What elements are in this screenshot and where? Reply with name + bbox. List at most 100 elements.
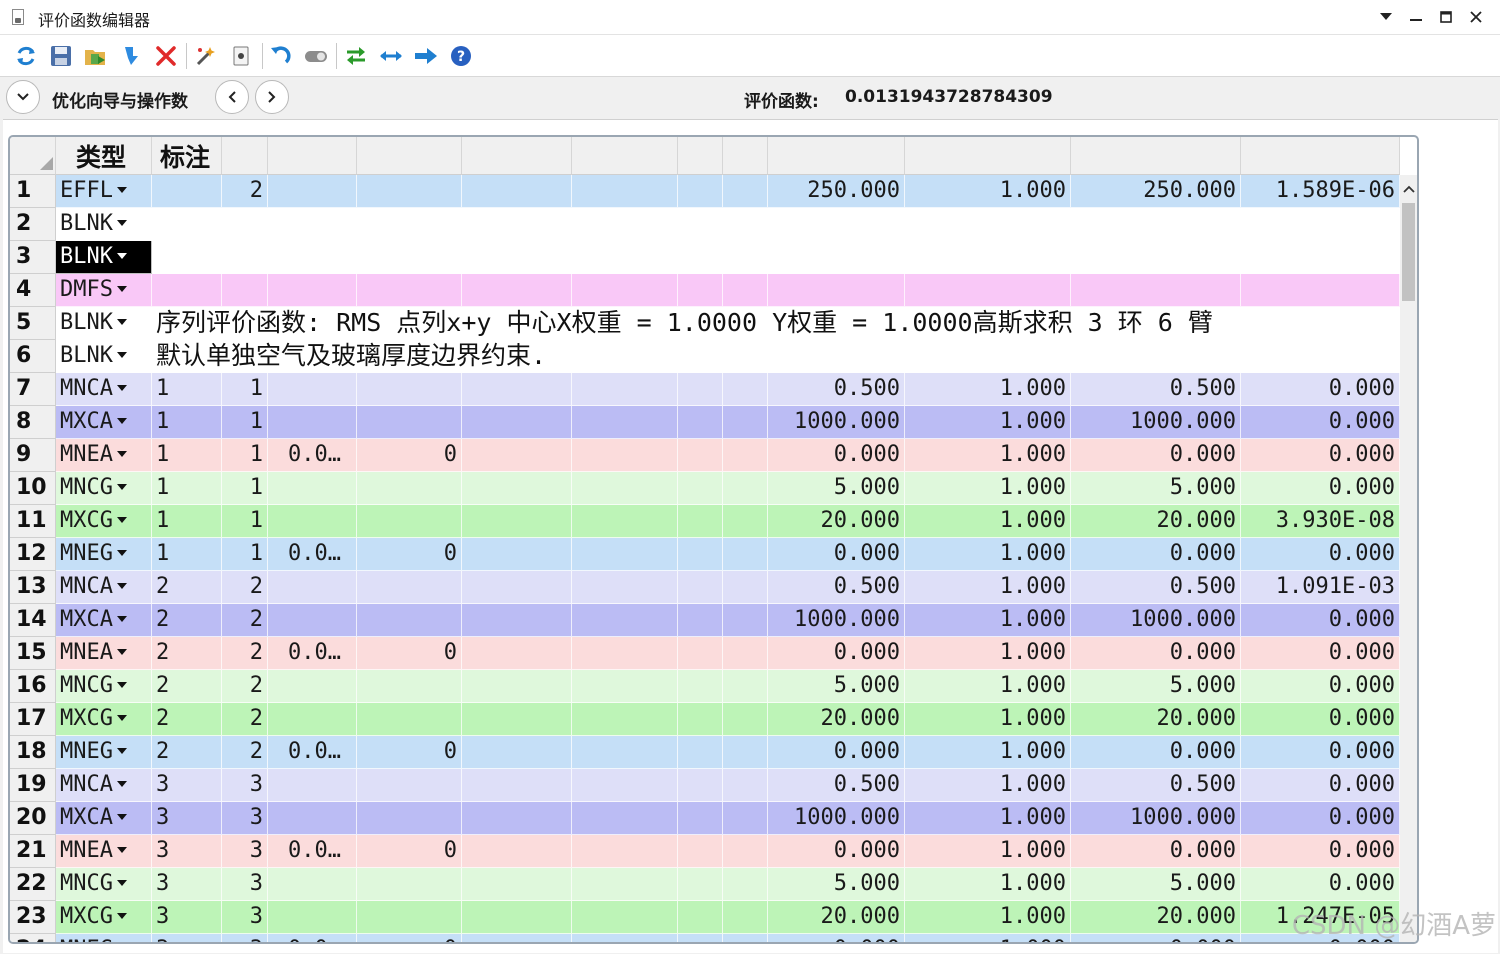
- row-comment[interactable]: 默认单独空气及玻璃厚度边界约束.: [156, 340, 546, 373]
- grid-cell[interactable]: 0.000: [1241, 604, 1400, 637]
- grid-cell[interactable]: 0.000: [1241, 406, 1400, 439]
- grid-cell[interactable]: [462, 736, 572, 769]
- grid-cell[interactable]: [678, 670, 723, 703]
- grid-cell[interactable]: 3: [222, 802, 268, 835]
- settings-icon[interactable]: [227, 42, 255, 70]
- grid-cell[interactable]: [462, 670, 572, 703]
- grid-cell[interactable]: 3: [152, 868, 222, 901]
- collapse-toggle-button[interactable]: [6, 80, 40, 114]
- operand-type-dropdown[interactable]: MXCA: [56, 802, 152, 835]
- grid-cell[interactable]: 0.000: [1071, 439, 1241, 472]
- grid-cell[interactable]: 1: [222, 472, 268, 505]
- header-col[interactable]: [572, 137, 678, 175]
- grid-cell[interactable]: 0.000: [1071, 835, 1241, 868]
- grid-cell[interactable]: 5.000: [768, 472, 905, 505]
- operand-type-dropdown[interactable]: MXCG: [56, 505, 152, 538]
- grid-cell[interactable]: 0.000: [1241, 670, 1400, 703]
- table-row[interactable]: 2 BLNK: [10, 208, 1400, 241]
- expand-icon[interactable]: [377, 42, 405, 70]
- grid-cell[interactable]: [357, 802, 462, 835]
- row-number[interactable]: 13: [10, 571, 56, 604]
- grid-cell[interactable]: 20.000: [1071, 703, 1241, 736]
- table-row[interactable]: 16 MNCG 2 2 5.000 1.000 5.000 0.000: [10, 670, 1400, 703]
- grid-cell[interactable]: 250.000: [1071, 175, 1241, 208]
- grid-cell[interactable]: [723, 406, 768, 439]
- grid-cell[interactable]: 0.000: [1071, 736, 1241, 769]
- grid-cell[interactable]: [462, 769, 572, 802]
- grid-cell[interactable]: 20.000: [1071, 901, 1241, 934]
- grid-cell[interactable]: 1000.000: [1071, 802, 1241, 835]
- grid-cell[interactable]: 0.000: [1241, 802, 1400, 835]
- row-number[interactable]: 4: [10, 274, 56, 307]
- grid-cell[interactable]: 3: [152, 835, 222, 868]
- grid-cell[interactable]: 5.000: [1071, 868, 1241, 901]
- row-number[interactable]: 21: [10, 835, 56, 868]
- grid-cell[interactable]: [268, 868, 357, 901]
- table-row[interactable]: 11 MXCG 1 1 20.000 1.000 20.000 3.930E-08: [10, 505, 1400, 538]
- grid-cell[interactable]: [268, 373, 357, 406]
- header-col[interactable]: [723, 137, 768, 175]
- grid-cell[interactable]: 0: [357, 736, 462, 769]
- grid-cell[interactable]: 0.000: [1241, 868, 1400, 901]
- header-col[interactable]: [905, 137, 1071, 175]
- grid-cell[interactable]: 1.000: [905, 835, 1071, 868]
- grid-cell[interactable]: 1.091E-03: [1241, 571, 1400, 604]
- grid-cell[interactable]: [678, 835, 723, 868]
- grid-cell[interactable]: 2: [152, 670, 222, 703]
- grid-cell[interactable]: [357, 472, 462, 505]
- grid-cell[interactable]: [678, 934, 723, 942]
- grid-cell[interactable]: 20.000: [768, 703, 905, 736]
- row-number[interactable]: 8: [10, 406, 56, 439]
- grid-cell[interactable]: 0.000: [768, 934, 905, 942]
- grid-cell[interactable]: 1: [152, 472, 222, 505]
- grid-cell[interactable]: [572, 934, 678, 942]
- operand-type-dropdown[interactable]: MNEG: [56, 934, 152, 942]
- row-number[interactable]: 2: [10, 208, 56, 241]
- grid-cell[interactable]: 1.000: [905, 769, 1071, 802]
- grid-cell[interactable]: 3.930E-08: [1241, 505, 1400, 538]
- table-row[interactable]: 18 MNEG 2 2 0.0… 0 0.000 1.000 0.000 0.000: [10, 736, 1400, 769]
- grid-cell[interactable]: 0.000: [1241, 439, 1400, 472]
- header-type[interactable]: 类型: [56, 137, 152, 175]
- grid-cell[interactable]: [357, 769, 462, 802]
- grid-cell[interactable]: [678, 274, 723, 307]
- grid-cell[interactable]: [572, 274, 678, 307]
- grid-cell[interactable]: [268, 901, 357, 934]
- operand-type-dropdown[interactable]: MNCG: [56, 868, 152, 901]
- grid-cell[interactable]: 0.000: [768, 637, 905, 670]
- grid-cell[interactable]: [462, 439, 572, 472]
- grid-cell[interactable]: [572, 901, 678, 934]
- grid-cell[interactable]: 0: [357, 934, 462, 942]
- grid-cell[interactable]: [723, 802, 768, 835]
- table-row[interactable]: 13 MNCA 2 2 0.500 1.000 0.500 1.091E-03: [10, 571, 1400, 604]
- grid-cell[interactable]: [268, 274, 357, 307]
- grid-cell[interactable]: 2: [222, 670, 268, 703]
- operand-type-dropdown[interactable]: MXCG: [56, 703, 152, 736]
- grid-cell[interactable]: [572, 175, 678, 208]
- grid-cell[interactable]: 3: [222, 934, 268, 942]
- grid-cell[interactable]: [678, 373, 723, 406]
- grid-cell[interactable]: 1.000: [905, 802, 1071, 835]
- row-number[interactable]: 22: [10, 868, 56, 901]
- table-row[interactable]: 3 BLNK: [10, 241, 1400, 274]
- grid-cell[interactable]: 2: [152, 604, 222, 637]
- grid-cell[interactable]: 1: [152, 373, 222, 406]
- grid-cell[interactable]: [572, 538, 678, 571]
- grid-cell[interactable]: 1000.000: [1071, 604, 1241, 637]
- grid-cell[interactable]: [723, 736, 768, 769]
- grid-cell[interactable]: [357, 571, 462, 604]
- header-col[interactable]: [768, 137, 905, 175]
- grid-cell[interactable]: [357, 373, 462, 406]
- undo-icon[interactable]: [266, 42, 294, 70]
- grid-cell[interactable]: 0.0…: [268, 736, 357, 769]
- grid-cell[interactable]: 1.000: [905, 901, 1071, 934]
- grid-cell[interactable]: 1.000: [905, 637, 1071, 670]
- grid-cell[interactable]: [268, 175, 357, 208]
- table-row[interactable]: 9 MNEA 1 1 0.0… 0 0.000 1.000 0.000 0.000: [10, 439, 1400, 472]
- table-row[interactable]: 15 MNEA 2 2 0.0… 0 0.000 1.000 0.000 0.000: [10, 637, 1400, 670]
- grid-cell[interactable]: [768, 274, 905, 307]
- header-col[interactable]: [1241, 137, 1400, 175]
- grid-cell[interactable]: 0.0…: [268, 835, 357, 868]
- grid-cell[interactable]: 1: [222, 505, 268, 538]
- row-number[interactable]: 18: [10, 736, 56, 769]
